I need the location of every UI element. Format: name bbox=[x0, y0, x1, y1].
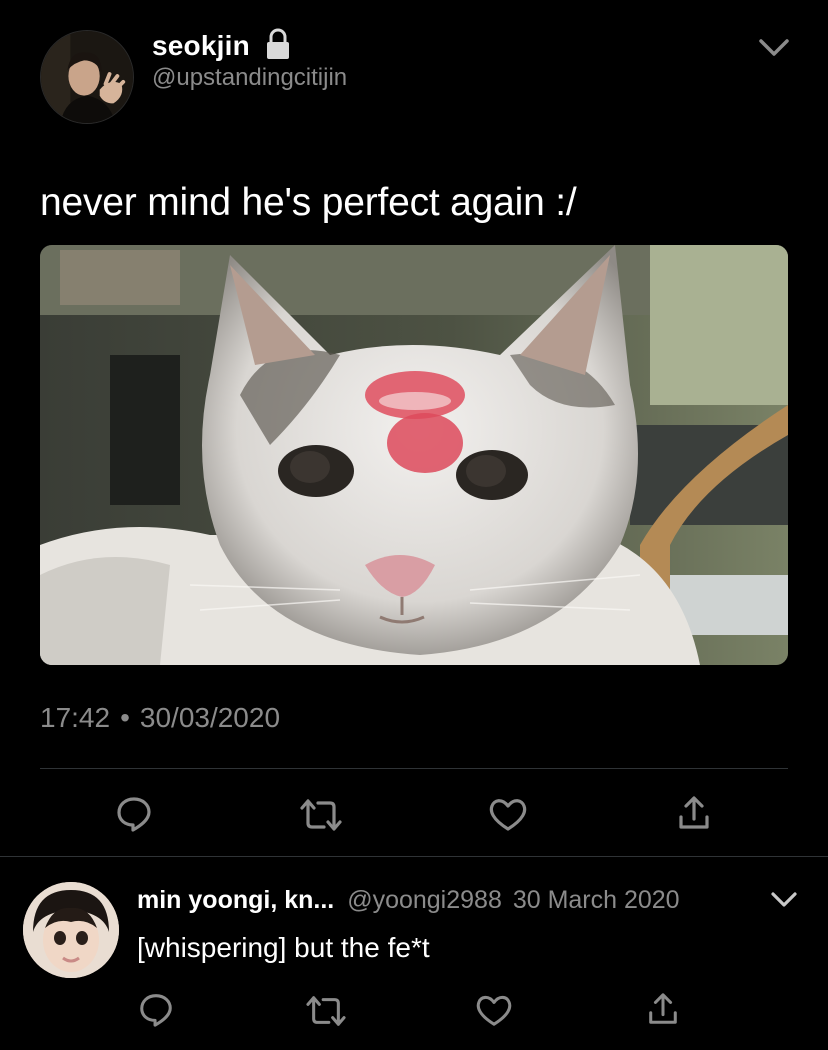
tweet-text: never mind he's perfect again :/ bbox=[40, 181, 577, 224]
heart-icon[interactable] bbox=[488, 795, 528, 833]
reply-icon[interactable] bbox=[137, 990, 175, 1028]
tweet-media-photo[interactable] bbox=[40, 245, 788, 665]
reply-header: min yoongi, kn... @yoongi2988 30 March 2… bbox=[137, 886, 680, 915]
retweet-icon[interactable] bbox=[300, 795, 342, 835]
author-avatar-image bbox=[41, 31, 133, 123]
retweet-icon[interactable] bbox=[306, 992, 346, 1030]
tweet-date: 30/03/2020 bbox=[139, 702, 281, 733]
reply-handle[interactable]: @yoongi2988 bbox=[347, 886, 502, 914]
lock-icon bbox=[263, 27, 293, 61]
reply-avatar-image bbox=[23, 882, 119, 978]
reply-date[interactable]: 30 March 2020 bbox=[513, 886, 680, 914]
author-handle[interactable]: @upstandingcitijin bbox=[152, 64, 347, 92]
author-avatar[interactable] bbox=[40, 30, 134, 124]
author-display-name[interactable]: seokjin bbox=[152, 30, 250, 62]
tweet-divider bbox=[40, 768, 788, 769]
thread-divider bbox=[0, 856, 828, 857]
reply-display-name[interactable]: min yoongi, kn... bbox=[137, 886, 334, 914]
share-icon[interactable] bbox=[676, 793, 712, 833]
reply-text: [whispering] but the fe*t bbox=[137, 932, 430, 963]
tweet-time: 17:42 bbox=[40, 702, 111, 733]
chevron-down-icon[interactable] bbox=[770, 890, 798, 915]
reply-icon[interactable] bbox=[114, 793, 154, 833]
heart-icon[interactable] bbox=[475, 992, 513, 1028]
timestamp-separator: • bbox=[120, 702, 130, 733]
tweet-timestamp[interactable]: 17:42 • 30/03/2020 bbox=[40, 702, 280, 734]
chevron-down-icon[interactable] bbox=[757, 35, 791, 59]
cat-photo bbox=[40, 245, 788, 665]
reply-author-avatar[interactable] bbox=[23, 882, 119, 978]
share-icon[interactable] bbox=[646, 990, 680, 1028]
